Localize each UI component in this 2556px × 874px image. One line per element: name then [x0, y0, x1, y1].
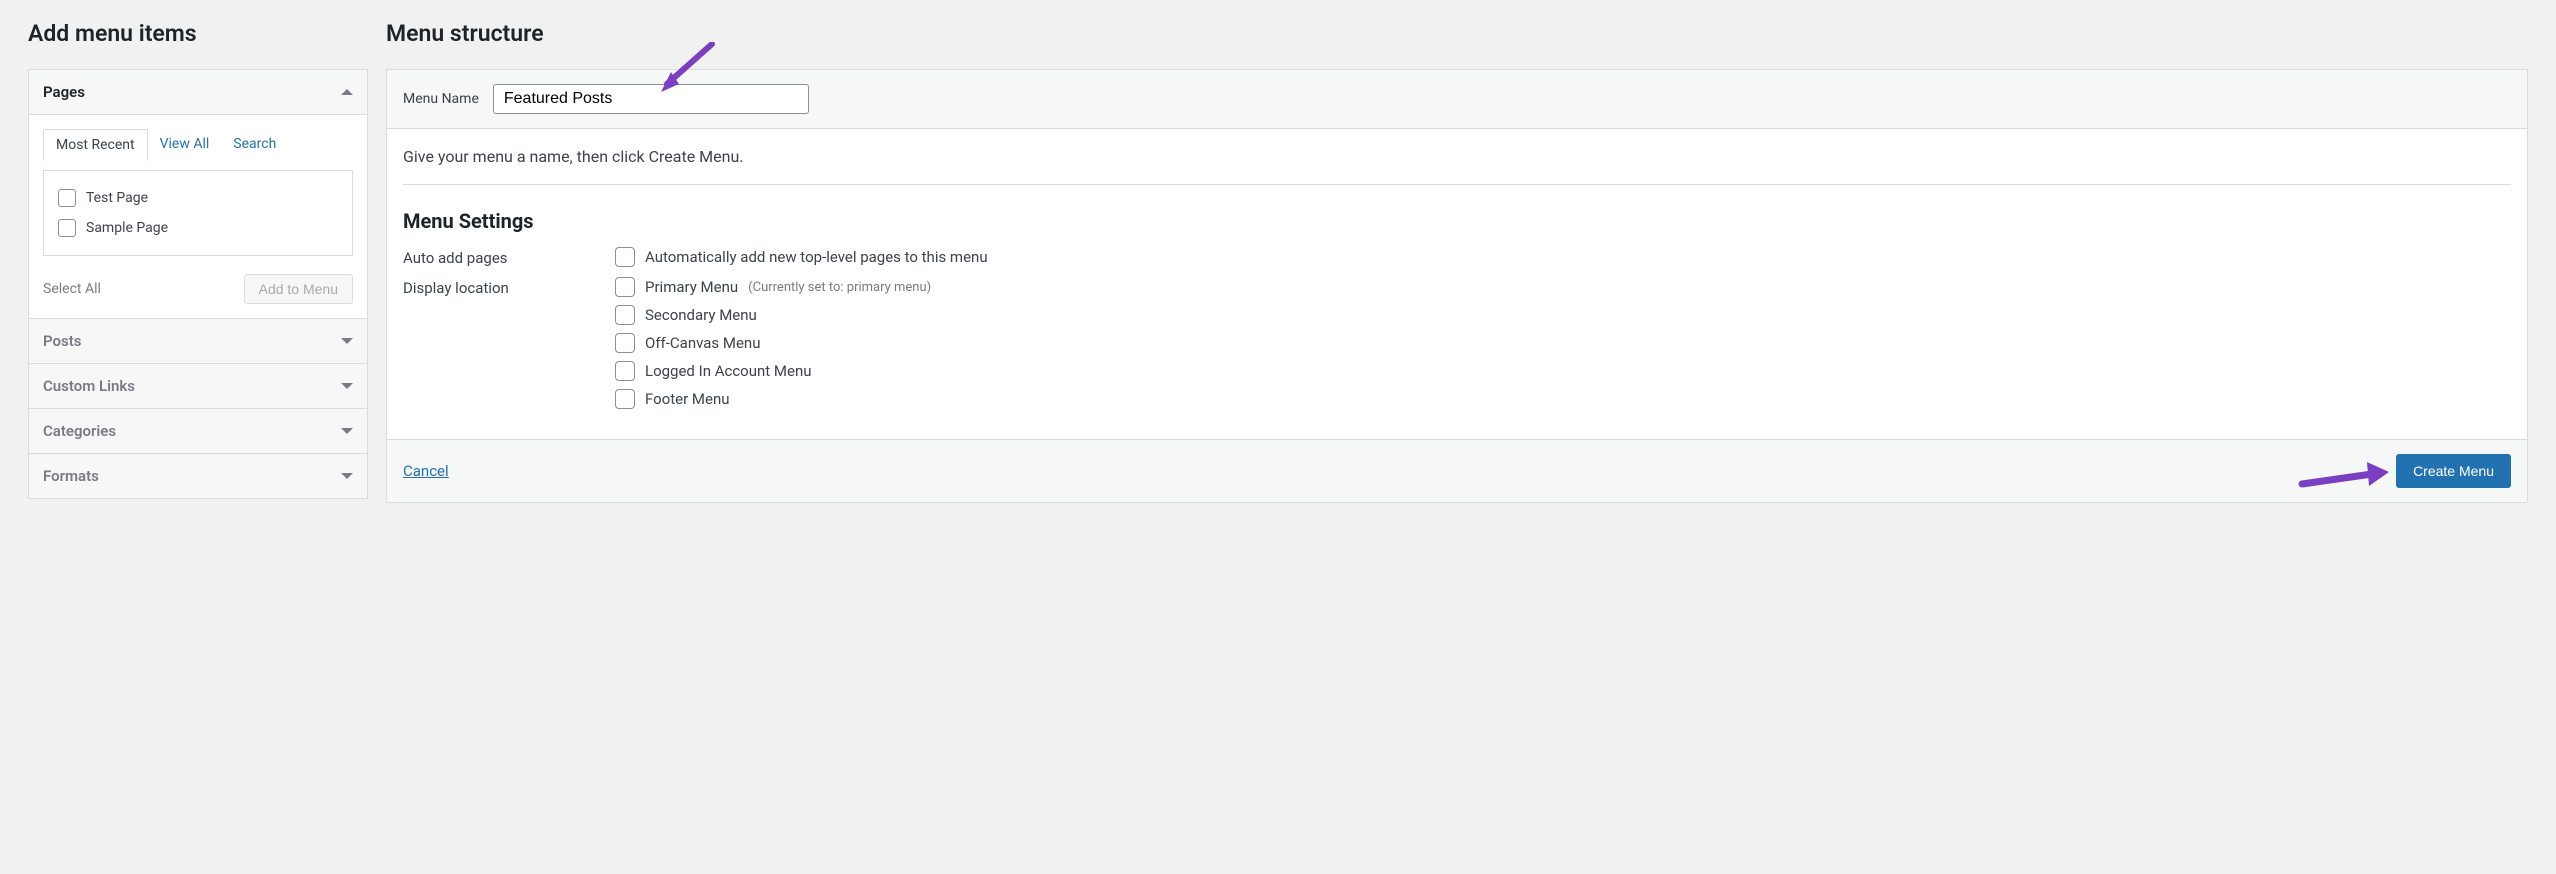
location-option-secondary[interactable]: Secondary Menu	[615, 305, 931, 325]
add-items-heading: Add menu items	[28, 20, 368, 47]
display-location-options: Primary Menu (Currently set to: primary …	[615, 277, 931, 409]
option-label: Primary Menu	[645, 278, 738, 296]
option-label: Off-Canvas Menu	[645, 334, 760, 352]
add-to-menu-button[interactable]: Add to Menu	[244, 274, 353, 304]
menu-name-row: Menu Name	[387, 70, 2527, 129]
tab-view-all[interactable]: View All	[148, 129, 222, 161]
accordion-categories-header[interactable]: Categories	[29, 409, 367, 454]
checkbox-icon[interactable]	[615, 333, 635, 353]
accordion-pages-title: Pages	[43, 83, 85, 101]
checkbox-icon[interactable]	[615, 389, 635, 409]
accordion-title: Custom Links	[43, 377, 135, 395]
accordion-title: Categories	[43, 422, 116, 440]
option-label: Footer Menu	[645, 390, 730, 408]
accordion-formats-header[interactable]: Formats	[29, 454, 367, 498]
checkbox-icon[interactable]	[615, 277, 635, 297]
accordion-pages-header[interactable]: Pages	[29, 70, 367, 115]
location-option-loggedin[interactable]: Logged In Account Menu	[615, 361, 931, 381]
caret-down-icon	[341, 383, 353, 389]
option-note: (Currently set to: primary menu)	[748, 280, 931, 295]
option-label: Secondary Menu	[645, 306, 757, 324]
select-all-link[interactable]: Select All	[43, 281, 101, 297]
checkbox-icon[interactable]	[58, 189, 76, 207]
option-label: Automatically add new top-level pages to…	[645, 248, 988, 266]
menu-name-label: Menu Name	[403, 91, 479, 107]
accordion-pages-container: Pages Most Recent View All Search Test P…	[28, 69, 368, 499]
accordion-custom-links-header[interactable]: Custom Links	[29, 364, 367, 409]
checkbox-icon[interactable]	[58, 219, 76, 237]
page-item[interactable]: Test Page	[58, 183, 338, 213]
auto-add-option[interactable]: Automatically add new top-level pages to…	[615, 247, 988, 267]
accordion-title: Posts	[43, 332, 81, 350]
auto-add-label: Auto add pages	[403, 247, 615, 267]
option-label: Logged In Account Menu	[645, 362, 812, 380]
menu-structure-heading: Menu structure	[386, 20, 2528, 47]
page-item-label: Sample Page	[86, 220, 168, 236]
caret-down-icon	[341, 428, 353, 434]
create-menu-button[interactable]: Create Menu	[2396, 454, 2511, 488]
caret-down-icon	[341, 473, 353, 479]
tab-search[interactable]: Search	[221, 129, 288, 161]
accordion-title: Formats	[43, 467, 99, 485]
accordion-posts-header[interactable]: Posts	[29, 319, 367, 364]
menu-structure-box: Menu Name Give your menu a name, then cl…	[386, 69, 2528, 503]
page-list: Test Page Sample Page	[43, 170, 353, 256]
display-location-label: Display location	[403, 277, 615, 297]
tab-most-recent[interactable]: Most Recent	[43, 129, 148, 161]
accordion-pages-body: Most Recent View All Search Test Page Sa…	[29, 115, 367, 319]
checkbox-icon[interactable]	[615, 305, 635, 325]
pages-tabs: Most Recent View All Search	[43, 129, 353, 161]
page-item-label: Test Page	[86, 190, 148, 206]
page-item[interactable]: Sample Page	[58, 213, 338, 243]
location-option-footer[interactable]: Footer Menu	[615, 389, 931, 409]
instructions-text: Give your menu a name, then click Create…	[387, 129, 2527, 184]
location-option-offcanvas[interactable]: Off-Canvas Menu	[615, 333, 931, 353]
caret-up-icon	[341, 89, 353, 95]
checkbox-icon[interactable]	[615, 361, 635, 381]
caret-down-icon	[341, 338, 353, 344]
menu-name-input[interactable]	[493, 84, 809, 114]
menu-settings-heading: Menu Settings	[403, 209, 2511, 233]
cancel-link[interactable]: Cancel	[403, 462, 449, 480]
location-option-primary[interactable]: Primary Menu (Currently set to: primary …	[615, 277, 931, 297]
checkbox-icon[interactable]	[615, 247, 635, 267]
